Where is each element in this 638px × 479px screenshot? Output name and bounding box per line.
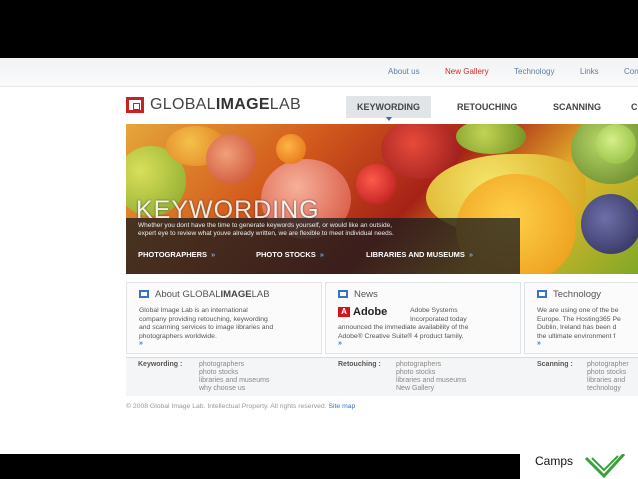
sitemap-scanning-label: Scanning : bbox=[537, 361, 573, 368]
hero-link-photo-stocks[interactable]: PHOTO STOCKS» bbox=[256, 250, 324, 259]
sitemap-link[interactable]: photographers bbox=[199, 361, 269, 369]
hero-description: Whether you dont have the time to genera… bbox=[138, 222, 394, 237]
topnav-links[interactable]: Links bbox=[580, 67, 599, 76]
hero-link-photographers[interactable]: PHOTOGRAPHERS» bbox=[138, 250, 215, 259]
adobe-logo: A Adobe bbox=[338, 306, 387, 318]
site-map-link[interactable]: Site map bbox=[328, 403, 355, 410]
adobe-mark-icon: A bbox=[338, 307, 350, 318]
sitemap-link[interactable]: New Gallery bbox=[396, 385, 466, 393]
black-letterbox-bottom bbox=[0, 454, 520, 479]
fruit-image bbox=[596, 124, 636, 164]
sitemap-link[interactable]: photographers bbox=[396, 361, 466, 369]
sitemap-link[interactable]: technology bbox=[587, 385, 629, 393]
fruit-image bbox=[356, 164, 396, 204]
fruit-image bbox=[581, 194, 638, 254]
fruit-image bbox=[206, 134, 256, 184]
sitemap-link[interactable]: photo stocks bbox=[199, 369, 269, 377]
mainnav-retouching[interactable]: RETOUCHING bbox=[446, 96, 528, 118]
mainnav-contact[interactable]: CO bbox=[620, 96, 638, 118]
copyright-text: © 2008 Global Image Lab. Intellectual Pr… bbox=[126, 403, 327, 410]
about-more-link[interactable]: » bbox=[139, 340, 143, 347]
news-box-text: announced the immediate availability of … bbox=[338, 324, 469, 340]
logo-mark-icon bbox=[126, 97, 144, 113]
news-box-title: News bbox=[354, 289, 378, 300]
camps-label: Camps bbox=[535, 454, 574, 468]
sitemap-keywording-label: Keywording : bbox=[138, 361, 183, 368]
topnav-new-gallery[interactable]: New Gallery bbox=[445, 67, 489, 76]
arrow-icon: » bbox=[319, 250, 324, 259]
technology-more-link[interactable]: » bbox=[537, 340, 541, 347]
sitemap-link[interactable]: photographer bbox=[587, 361, 629, 369]
checkmark-icon bbox=[584, 454, 626, 479]
sitemap-link[interactable]: photo stocks bbox=[396, 369, 466, 377]
sitemap-retouching-label: Retouching : bbox=[338, 361, 381, 368]
sitemap-link[interactable]: libraries and museums bbox=[199, 377, 269, 385]
technology-box: Technology We are using one of the be Eu… bbox=[524, 282, 638, 354]
sitemap-scanning-links: photographer photo stocks libraries and … bbox=[587, 361, 629, 393]
hero-link-label: PHOTO STOCKS bbox=[256, 250, 316, 259]
sitemap-keywording-links: photographers photo stocks libraries and… bbox=[199, 361, 269, 393]
sitemap-retouching-links: photographers photo stocks libraries and… bbox=[396, 361, 466, 393]
about-box-title: About GLOBALIMAGELAB bbox=[155, 289, 270, 300]
technology-box-title: Technology bbox=[553, 289, 602, 300]
about-box-text: Global Image Lab is an international com… bbox=[139, 307, 274, 340]
arrow-icon: » bbox=[211, 250, 216, 259]
window-icon bbox=[338, 290, 348, 298]
window-icon bbox=[139, 290, 149, 298]
webpage-screenshot: About us New Gallery Technology Links Co… bbox=[0, 58, 638, 454]
camps-watermark: Camps bbox=[520, 454, 638, 479]
hero-link-libraries[interactable]: LIBRARIES AND MUSEUMS» bbox=[366, 250, 473, 259]
sitemap-link[interactable]: why choose us bbox=[199, 385, 269, 393]
sitemap-link[interactable]: photo stocks bbox=[587, 369, 629, 377]
logo-wordmark: GLOBALIMAGELAB bbox=[150, 96, 301, 113]
news-box: News A Adobe Adobe Systems Incorporated t… bbox=[325, 282, 521, 354]
arrow-icon: » bbox=[468, 250, 474, 259]
hero-link-label: LIBRARIES AND MUSEUMS bbox=[366, 250, 465, 259]
active-indicator-icon bbox=[386, 117, 392, 121]
window-icon bbox=[537, 290, 547, 298]
sitemap-link[interactable]: libraries and bbox=[587, 377, 629, 385]
hero-link-label: PHOTOGRAPHERS bbox=[138, 250, 208, 259]
copyright-footer: © 2008 Global Image Lab. Intellectual Pr… bbox=[126, 403, 355, 410]
mainnav-keywording[interactable]: KEYWORDING bbox=[346, 96, 431, 121]
news-more-link[interactable]: » bbox=[338, 340, 342, 347]
topnav-technology[interactable]: Technology bbox=[514, 67, 554, 76]
fruit-image bbox=[456, 124, 526, 154]
topnav-contact[interactable]: Con bbox=[624, 67, 638, 76]
about-box: About GLOBALIMAGELAB Global Image Lab is… bbox=[126, 282, 322, 354]
mainnav-keywording-label: KEYWORDING bbox=[357, 102, 420, 112]
sitemap-link[interactable]: libraries and museums bbox=[396, 377, 466, 385]
hero-title: KEYWORDING bbox=[136, 196, 320, 224]
adobe-wordmark: Adobe bbox=[353, 306, 388, 318]
news-box-intro: Adobe Systems Incorporated today bbox=[410, 307, 467, 323]
fruit-image bbox=[276, 134, 306, 164]
topnav-about-us[interactable]: About us bbox=[388, 67, 420, 76]
hero-banner: KEYWORDING Whether you dont have the tim… bbox=[126, 124, 638, 274]
technology-box-text: We are using one of the be Europe. The H… bbox=[537, 307, 621, 340]
black-letterbox-top bbox=[0, 0, 638, 58]
mainnav-scanning[interactable]: SCANNING bbox=[542, 96, 612, 118]
